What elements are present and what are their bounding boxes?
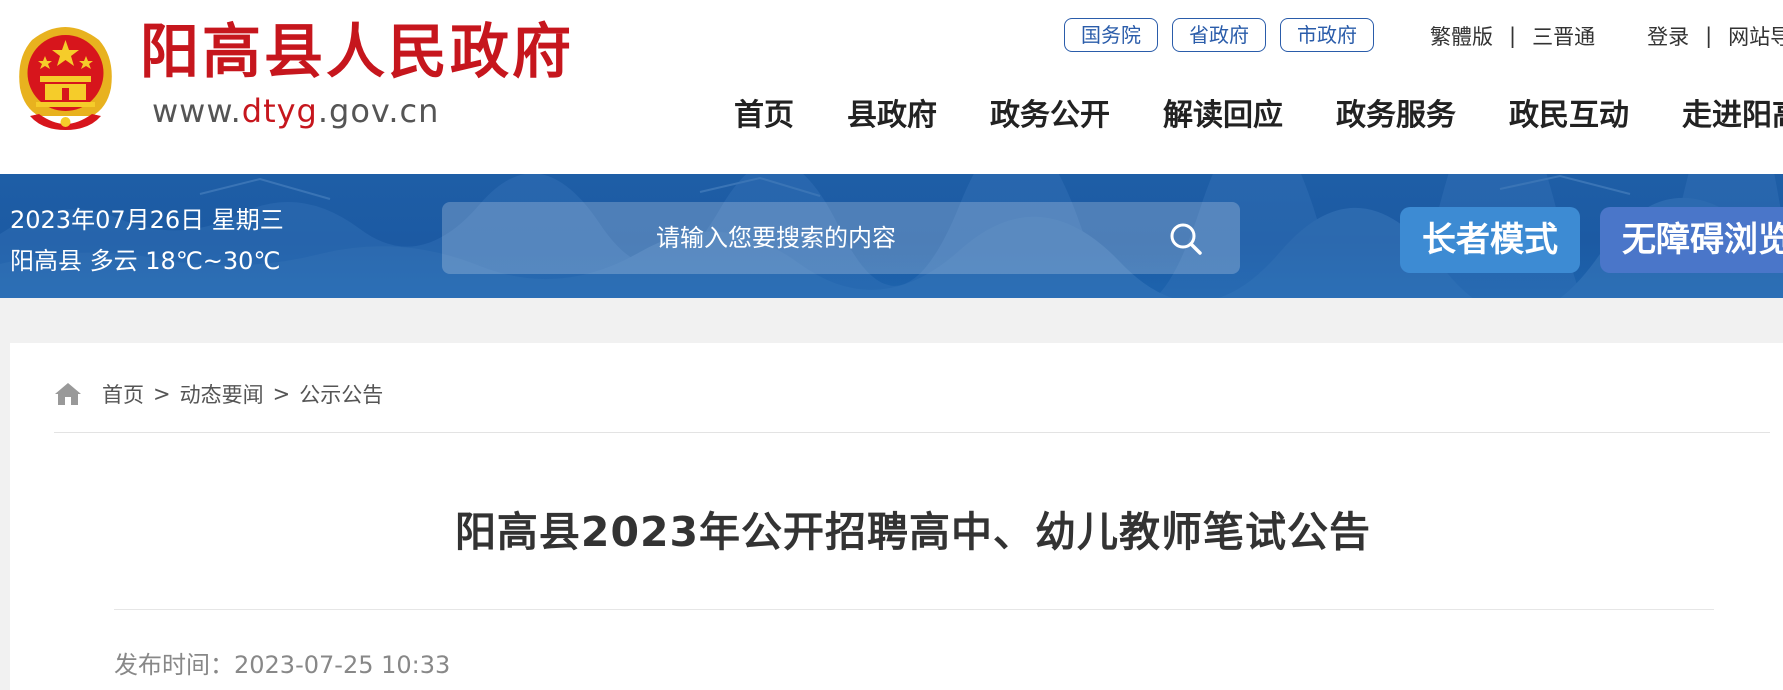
- banner: 2023年07月26日 星期三 阳高县 多云 18℃~30℃ 请输入您要搜索的内…: [0, 174, 1783, 298]
- breadcrumb-home[interactable]: 首页: [102, 379, 144, 409]
- divider: [54, 432, 1770, 433]
- link-provincial-government[interactable]: 省政府: [1172, 18, 1266, 52]
- government-links: 国务院 省政府 市政府: [1064, 18, 1374, 52]
- sanjintong-link[interactable]: 三晋通: [1532, 21, 1595, 51]
- site-domain: www.dtyg.gov.cn: [152, 95, 439, 127]
- site-title[interactable]: 阳高县人民政府: [140, 22, 574, 81]
- publish-datetime: 2023-07-25 10:33: [234, 651, 451, 679]
- site-header: 阳高县人民政府 www.dtyg.gov.cn 国务院 省政府 市政府 繁體版 …: [0, 0, 1783, 174]
- link-city-government[interactable]: 市政府: [1280, 18, 1374, 52]
- current-date: 2023年07月26日 星期三: [10, 206, 284, 234]
- national-emblem-icon[interactable]: [12, 18, 119, 132]
- publish-time: 发布时间：2023-07-25 10:33: [114, 645, 450, 680]
- nav-about-yanggao[interactable]: 走进阳高: [1682, 96, 1783, 136]
- utility-links: 繁體版 | 三晋通 登录 | 网站导: [1430, 20, 1783, 52]
- main-navigation: 首页 县政府 政务公开 解读回应 政务服务 政民互动 走进阳高: [734, 96, 1783, 136]
- nav-interpretation-response[interactable]: 解读回应: [1163, 96, 1283, 136]
- link-state-council[interactable]: 国务院: [1064, 18, 1158, 52]
- search-box[interactable]: 请输入您要搜索的内容: [442, 202, 1240, 274]
- publish-label: 发布时间：: [114, 651, 234, 679]
- site-navigation-link[interactable]: 网站导: [1728, 21, 1783, 51]
- domain-prefix: www.: [152, 92, 242, 130]
- separator: |: [1509, 24, 1517, 48]
- separator: |: [1705, 24, 1713, 48]
- nav-public-interaction[interactable]: 政民互动: [1509, 96, 1629, 136]
- search-icon[interactable]: [1167, 220, 1205, 258]
- breadcrumb-announcements[interactable]: 公示公告: [299, 379, 383, 409]
- weather-info: 阳高县 多云 18℃~30℃: [10, 247, 281, 275]
- article-title: 阳高县2023年公开招聘高中、幼儿教师笔试公告: [454, 508, 1372, 556]
- nav-government-affairs-disclosure[interactable]: 政务公开: [990, 96, 1110, 136]
- nav-home[interactable]: 首页: [734, 96, 794, 136]
- breadcrumb: 首页 > 动态要闻 > 公示公告: [54, 377, 383, 411]
- domain-highlight: dtyg: [241, 92, 318, 130]
- accessible-browsing-button[interactable]: 无障碍浏览: [1600, 207, 1783, 273]
- nav-government-services[interactable]: 政务服务: [1336, 96, 1456, 136]
- breadcrumb-news[interactable]: 动态要闻: [180, 379, 264, 409]
- home-icon[interactable]: [54, 381, 82, 407]
- login-link[interactable]: 登录: [1647, 21, 1689, 51]
- breadcrumb-separator: >: [153, 382, 171, 406]
- traditional-chinese-link[interactable]: 繁體版: [1430, 21, 1493, 51]
- article-container: 首页 > 动态要闻 > 公示公告 阳高县2023年公开招聘高中、幼儿教师笔试公告…: [10, 343, 1783, 690]
- nav-county-government[interactable]: 县政府: [847, 96, 937, 136]
- search-input[interactable]: 请输入您要搜索的内容: [656, 202, 896, 274]
- divider: [114, 609, 1714, 610]
- elder-mode-button[interactable]: 长者模式: [1400, 207, 1580, 273]
- date-weather: 2023年07月26日 星期三 阳高县 多云 18℃~30℃: [10, 200, 284, 282]
- breadcrumb-separator: >: [272, 382, 291, 406]
- domain-suffix: .gov.cn: [317, 92, 440, 130]
